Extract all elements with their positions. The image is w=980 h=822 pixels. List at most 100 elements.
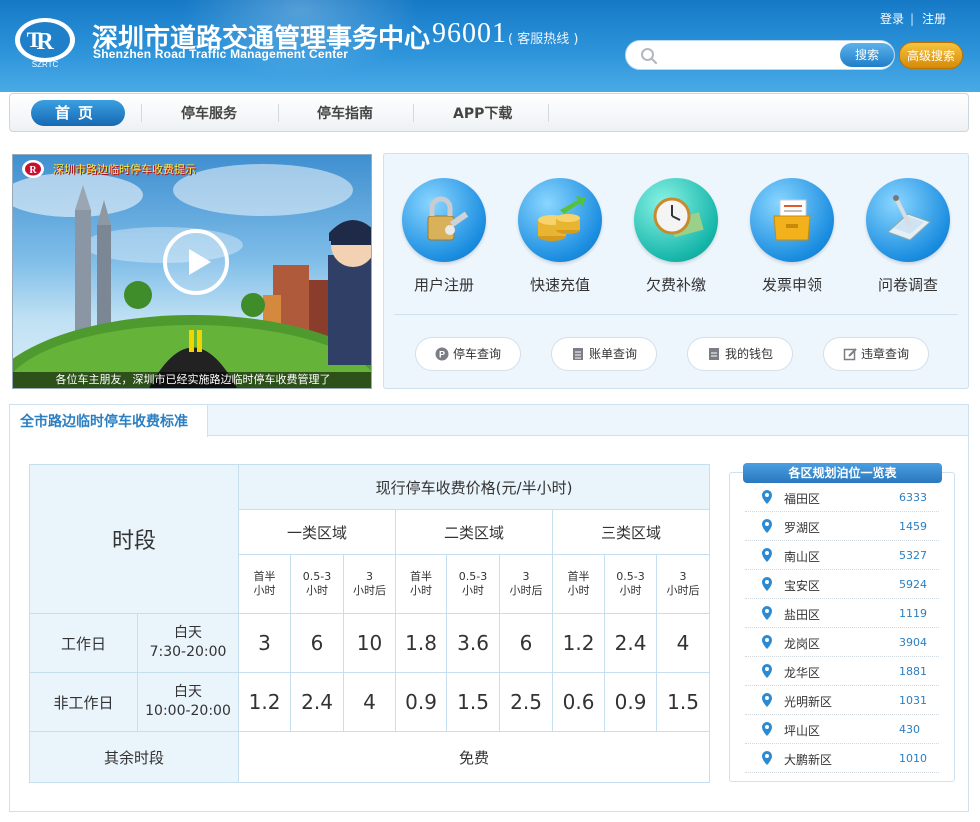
zone-header: 一类区域 — [238, 509, 397, 555]
sub-header: 首半 小时 — [395, 554, 448, 614]
district-row[interactable]: 坪山区 430 — [745, 715, 939, 744]
bill-query-button[interactable]: 账单查询 — [551, 337, 657, 371]
my-wallet-button[interactable]: 我的钱包 — [687, 337, 793, 371]
svg-text:T: T — [27, 27, 42, 52]
search-button[interactable]: 搜索 — [840, 43, 894, 67]
district-row[interactable]: 龙华区 1881 — [745, 657, 939, 686]
nav-parking-guide[interactable]: 停车指南 — [317, 103, 373, 123]
other-period-value: 免费 — [238, 731, 711, 783]
district-panel-title: 各区规划泊位一览表 — [743, 463, 942, 483]
price-cell: 2.4 — [290, 672, 345, 732]
pill-label: 我的钱包 — [724, 347, 773, 361]
price-cell: 4 — [656, 613, 711, 673]
service-label: 问卷调查 — [877, 276, 938, 294]
table-row: 其余时段 免费 — [28, 731, 711, 783]
map-pin-icon — [762, 606, 772, 620]
pill-label: 停车查询 — [452, 347, 501, 361]
hotline-number: 96001 — [432, 18, 507, 49]
service-survey[interactable]: 问卷调查 — [858, 178, 958, 295]
district-count: 6333 — [899, 491, 927, 504]
register-link[interactable]: 注册 — [922, 12, 946, 26]
nav-home[interactable]: 首页 — [31, 100, 125, 126]
district-count: 1119 — [899, 607, 927, 620]
time-period: 白天 7:30-20:00 — [136, 613, 240, 673]
search-input[interactable] — [666, 45, 836, 65]
day-type: 工作日 — [29, 613, 138, 673]
section-tabbar: 全市路边临时停车收费标准 — [10, 405, 968, 437]
hotline-label: ( 客服热线 ) — [508, 32, 579, 47]
price-cell: 1.5 — [446, 672, 501, 732]
video-player[interactable]: R 深圳市路边临时停车收费提示 各位车主朋友，深圳市已经实施路边临时停车收费管理… — [12, 154, 372, 389]
bill-icon — [572, 348, 583, 360]
nav-divider — [141, 104, 142, 122]
sub-header: 0.5-3 小时 — [446, 554, 501, 614]
violation-query-button[interactable]: 违章查询 — [823, 337, 929, 371]
district-name: 龙岗区 — [784, 637, 821, 651]
district-row[interactable]: 盐田区 1119 — [745, 599, 939, 628]
service-user-register[interactable]: 用户注册 — [394, 178, 494, 295]
sub-header: 0.5-3 小时 — [290, 554, 345, 614]
district-count: 1881 — [899, 665, 927, 678]
district-count: 1010 — [899, 752, 927, 765]
nav-parking-service[interactable]: 停车服务 — [181, 103, 237, 123]
district-row[interactable]: 福田区 6333 — [745, 483, 939, 512]
price-header: 现行停车收费价格(元/半小时) — [238, 464, 711, 510]
map-pin-icon — [762, 664, 772, 678]
price-cell: 0.9 — [604, 672, 658, 732]
service-invoice-request[interactable]: 发票申领 — [742, 178, 842, 295]
sub-header: 3 小时后 — [343, 554, 397, 614]
play-button[interactable] — [163, 229, 229, 295]
parking-icon: P — [435, 347, 449, 361]
price-cell: 6 — [499, 613, 554, 673]
price-cell: 3 — [238, 613, 292, 673]
district-row[interactable]: 罗湖区 1459 — [745, 512, 939, 541]
svg-text:P: P — [439, 350, 445, 360]
price-cell: 4 — [343, 672, 397, 732]
sub-header: 首半 小时 — [552, 554, 606, 614]
sub-header: 3 小时后 — [499, 554, 554, 614]
pill-label: 违章查询 — [860, 347, 909, 361]
nav-divider — [548, 104, 549, 122]
edit-icon — [843, 348, 857, 361]
district-row[interactable]: 大鹏新区 1010 — [745, 744, 939, 773]
video-logo-icon: R — [22, 160, 44, 178]
district-count: 5327 — [899, 549, 927, 562]
district-count: 1459 — [899, 520, 927, 533]
sub-header: 0.5-3 小时 — [604, 554, 658, 614]
price-cell: 0.6 — [552, 672, 606, 732]
fee-table: 时段 现行停车收费价格(元/半小时) 一类区域 二类区域 三类区域 首半 小时 0… — [28, 464, 711, 783]
price-cell: 1.2 — [552, 613, 606, 673]
szrtc-logo-icon[interactable]: R T SZRTC — [12, 14, 78, 68]
service-quick-recharge[interactable]: 快速充值 — [510, 178, 610, 295]
price-cell: 1.5 — [656, 672, 711, 732]
sub-header: 3 小时后 — [656, 554, 711, 614]
parking-query-button[interactable]: P 停车查询 — [415, 337, 521, 371]
clock-money-icon — [634, 178, 718, 262]
district-name: 罗湖区 — [784, 521, 821, 535]
main-nav: 首页 停车服务 停车指南 APP下载 — [9, 93, 969, 132]
district-name: 福田区 — [784, 492, 821, 506]
price-cell: 2.4 — [604, 613, 658, 673]
advanced-search-button[interactable]: 高级搜索 — [899, 42, 963, 69]
site-header: R T SZRTC 深圳市道路交通管理事务中心 Shenzhen Road Tr… — [0, 0, 980, 92]
nav-app-download[interactable]: APP下载 — [453, 103, 512, 123]
district-row[interactable]: 光明新区 1031 — [745, 686, 939, 715]
price-cell: 3.6 — [446, 613, 501, 673]
login-link[interactable]: 登录 — [880, 12, 904, 26]
map-pin-icon — [762, 635, 772, 649]
district-count: 430 — [899, 723, 920, 736]
service-arrears-payment[interactable]: 欠费补缴 — [626, 178, 726, 295]
video-title: 深圳市路边临时停车收费提示 — [53, 163, 196, 176]
tab-fee-standard[interactable]: 全市路边临时停车收费标准 — [10, 405, 208, 437]
table-row: 非工作日 白天 10:00-20:00 1.2 2.4 4 0.9 1.5 2.5… — [29, 672, 711, 732]
invoice-folder-icon — [750, 178, 834, 262]
district-row[interactable]: 龙岗区 3904 — [745, 628, 939, 657]
nav-divider — [278, 104, 279, 122]
price-cell: 10 — [343, 613, 397, 673]
account-links: 登录 | 注册 — [880, 10, 946, 27]
services-divider — [394, 314, 958, 315]
district-row[interactable]: 宝安区 5924 — [745, 570, 939, 599]
price-cell: 2.5 — [499, 672, 554, 732]
zone-header: 三类区域 — [552, 509, 711, 555]
district-row[interactable]: 南山区 5327 — [745, 541, 939, 570]
